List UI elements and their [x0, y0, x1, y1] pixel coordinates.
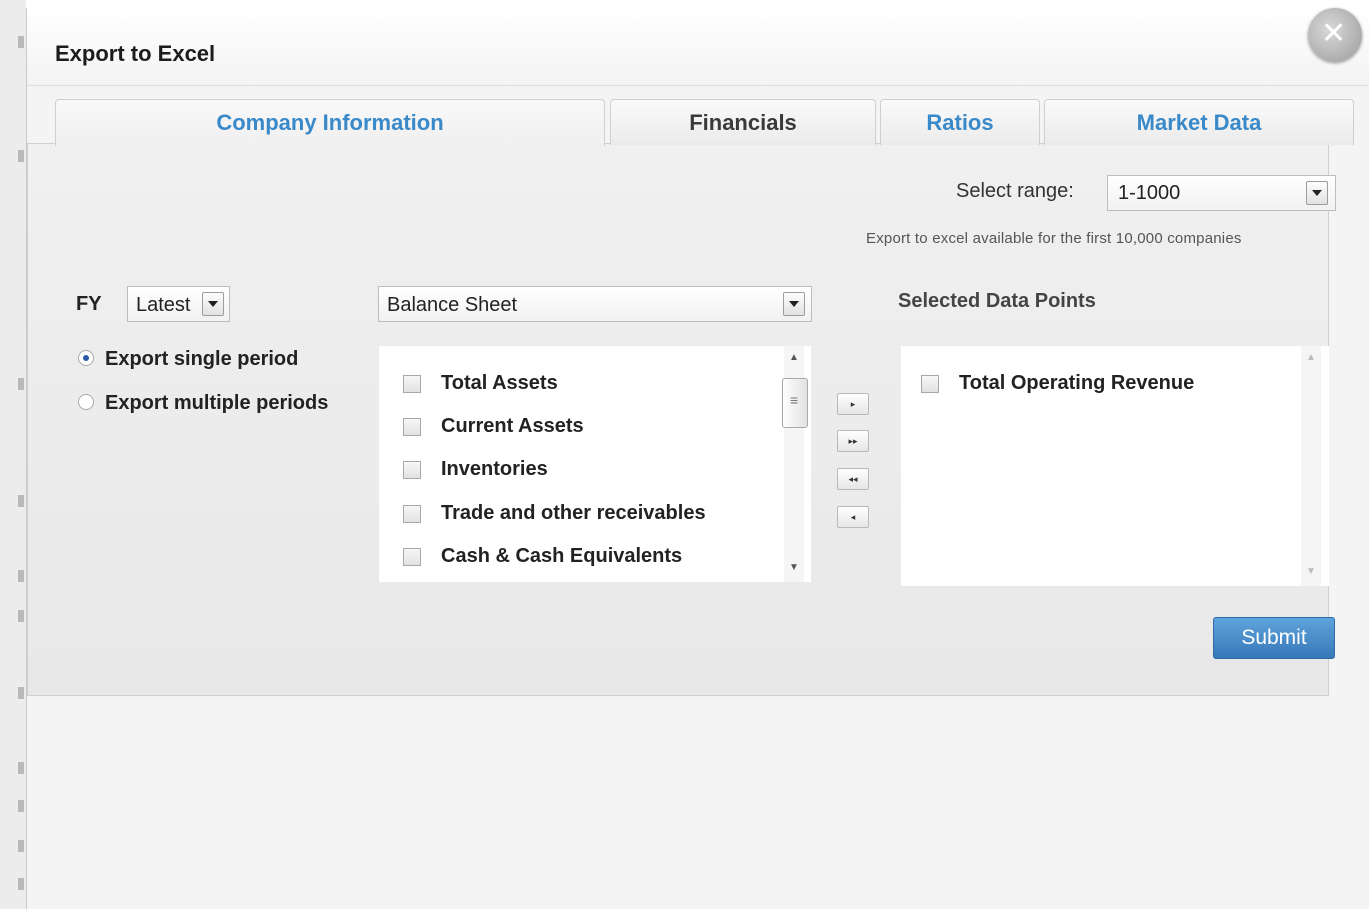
- remove-all-button[interactable]: ◂◂: [837, 468, 869, 490]
- selected-data-points-label: Selected Data Points: [898, 290, 1096, 312]
- selected-data-points-list: Total Operating Revenue ▲ ▼: [901, 346, 1329, 586]
- checkbox[interactable]: [403, 418, 421, 436]
- checkbox[interactable]: [403, 375, 421, 393]
- checkbox[interactable]: [403, 548, 421, 566]
- close-icon[interactable]: ✕: [1308, 8, 1362, 62]
- fy-select[interactable]: Latest: [127, 286, 230, 322]
- scroll-down-icon[interactable]: ▼: [1301, 566, 1321, 580]
- selected-list-scrollbar[interactable]: ▲ ▼: [1301, 346, 1321, 586]
- remove-one-button[interactable]: ◂: [837, 506, 869, 528]
- category-value: Balance Sheet: [387, 294, 518, 316]
- range-note: Export to excel available for the first …: [866, 230, 1242, 247]
- tab-company-information[interactable]: Company Information: [55, 99, 605, 146]
- radio-icon[interactable]: [78, 394, 94, 410]
- category-select[interactable]: Balance Sheet: [378, 286, 812, 322]
- scroll-down-icon[interactable]: ▼: [784, 562, 804, 576]
- add-all-button[interactable]: ▸▸: [837, 430, 869, 452]
- background-page: [0, 0, 26, 909]
- radio-selected-icon[interactable]: [78, 350, 94, 366]
- scroll-up-icon[interactable]: ▲: [1301, 352, 1321, 366]
- dialog-title: Export to Excel: [55, 41, 216, 66]
- list-scrollbar[interactable]: ▲ ▼: [782, 346, 808, 582]
- available-data-points-list: Total Assets Current Assets Inventories …: [379, 346, 811, 582]
- range-select[interactable]: 1-1000: [1107, 175, 1336, 211]
- submit-button[interactable]: Submit: [1213, 617, 1335, 659]
- checkbox[interactable]: [921, 375, 939, 393]
- fy-label: FY: [76, 293, 102, 315]
- range-value: 1-1000: [1118, 182, 1181, 204]
- scroll-up-icon[interactable]: ▲: [784, 352, 804, 366]
- checkbox[interactable]: [403, 505, 421, 523]
- fy-value: Latest: [136, 294, 191, 316]
- checkbox[interactable]: [403, 461, 421, 479]
- add-one-button[interactable]: ▸: [837, 393, 869, 415]
- chevron-down-icon[interactable]: [783, 292, 805, 316]
- chevron-down-icon[interactable]: [202, 292, 224, 316]
- dialog-header: Export to Excel: [27, 8, 1369, 86]
- scrollbar-thumb[interactable]: [782, 378, 808, 428]
- tab-market-data[interactable]: Market Data: [1044, 99, 1354, 145]
- page-top-band: [0, 0, 1369, 8]
- tab-financials[interactable]: Financials: [610, 99, 876, 145]
- chevron-down-icon[interactable]: [1306, 181, 1328, 205]
- select-range-label: Select range:: [956, 180, 1074, 202]
- tab-ratios[interactable]: Ratios: [880, 99, 1040, 145]
